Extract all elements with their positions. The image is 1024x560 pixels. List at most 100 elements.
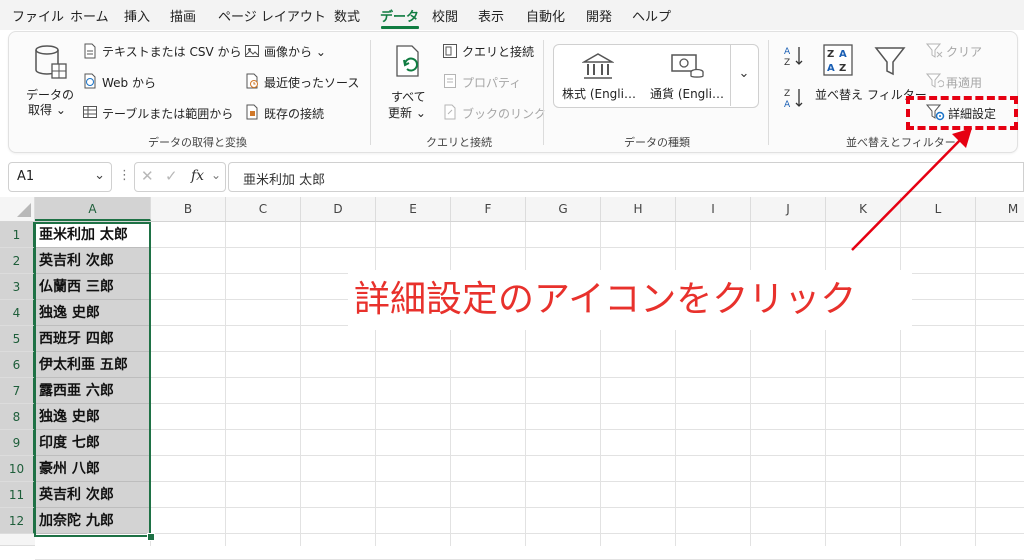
ribbon-separator	[768, 40, 769, 145]
menu-tab-1[interactable]: ホーム	[70, 6, 109, 25]
existing-connections-button[interactable]: 既存の接続	[264, 105, 324, 122]
sort-icon[interactable]: Z A A Z	[822, 43, 854, 77]
sort-button[interactable]: 並べ替え	[815, 86, 863, 103]
properties-button[interactable]: プロパティ	[462, 74, 521, 91]
database-icon[interactable]	[30, 42, 70, 82]
column-header-d[interactable]: D	[301, 197, 376, 221]
column-header-c[interactable]: C	[226, 197, 301, 221]
data-types-dropdown-icon[interactable]: ⌄	[730, 44, 757, 106]
book-links-icon	[444, 104, 456, 120]
cell-a3[interactable]: 仏蘭西 三郎	[35, 274, 151, 300]
group-label-data-types: データの種類	[624, 136, 690, 149]
row-header[interactable]: 2	[0, 248, 35, 274]
fill-handle[interactable]	[147, 533, 155, 541]
row-header[interactable]: 9	[0, 430, 35, 456]
column-header-g[interactable]: G	[526, 197, 601, 221]
column-header-m[interactable]: M	[976, 197, 1024, 221]
menu-tab-0[interactable]: ファイル	[12, 6, 64, 25]
sort-z-to-a-icon[interactable]: Z A	[783, 86, 805, 110]
menu-tab-2[interactable]: 挿入	[124, 6, 150, 25]
menu-tab-9[interactable]: 自動化	[526, 6, 565, 25]
name-box-dropdown-icon[interactable]: ⌄	[94, 168, 105, 183]
cell-a9[interactable]: 印度 七郎	[35, 430, 151, 456]
row-header[interactable]: 4	[0, 300, 35, 326]
row-header[interactable]: 5	[0, 326, 35, 352]
row-header[interactable]: 7	[0, 378, 35, 404]
menu-tab-8[interactable]: 表示	[478, 6, 504, 25]
row-header[interactable]	[0, 534, 35, 546]
row-header[interactable]: 6	[0, 352, 35, 378]
refresh-all-label-2[interactable]: 更新 ⌄	[388, 104, 426, 121]
cell-a8[interactable]: 独逸 史郎	[35, 404, 151, 430]
fx-dropdown-icon[interactable]: ⌄	[211, 168, 221, 182]
from-table-button[interactable]: テーブルまたは範囲から	[102, 105, 233, 122]
svg-text:A: A	[839, 49, 847, 60]
get-data-label-2[interactable]: 取得 ⌄	[28, 101, 66, 118]
queries-connections-button[interactable]: クエリと接続	[462, 43, 534, 60]
menu-tab-3[interactable]: 描画	[170, 6, 196, 25]
currencies-button[interactable]: 通貨 (Engli…	[650, 85, 724, 102]
column-header-a[interactable]: A	[35, 197, 151, 221]
cell-a4[interactable]: 独逸 史郎	[35, 300, 151, 326]
name-box[interactable]: A1 ⌄	[8, 162, 112, 192]
formula-content: 亜米利加 太郎	[243, 173, 326, 188]
row-header[interactable]: 3	[0, 274, 35, 300]
menu-tab-7[interactable]: 校閲	[432, 6, 458, 25]
cell-a11[interactable]: 英吉利 次郎	[35, 482, 151, 508]
cell-a2[interactable]: 英吉利 次郎	[35, 248, 151, 274]
column-header-f[interactable]: F	[451, 197, 526, 221]
menu-tab-4[interactable]: ページ レイアウト	[218, 6, 326, 25]
name-box-value: A1	[17, 169, 35, 184]
picture-icon	[245, 45, 259, 57]
stocks-button[interactable]: 株式 (Engli…	[562, 85, 636, 102]
menu-tab-5[interactable]: 数式	[334, 6, 360, 25]
recent-sources-icon	[246, 73, 258, 89]
more-options-icon[interactable]: ⋮	[118, 168, 131, 183]
annotation-callout: 詳細設定のアイコンをクリック	[348, 270, 912, 330]
refresh-all-label[interactable]: すべて	[391, 88, 426, 105]
svg-text:Z: Z	[827, 49, 834, 60]
stocks-icon[interactable]	[582, 52, 614, 80]
select-all-corner[interactable]	[0, 197, 35, 221]
active-tab-underline	[381, 26, 419, 29]
row-header[interactable]: 10	[0, 456, 35, 482]
row-header[interactable]: 8	[0, 404, 35, 430]
cancel-icon[interactable]: ✕	[141, 167, 154, 185]
menu-bar: ファイル ホーム 挿入 描画 ページ レイアウト 数式 データ 校閲 表示 自動化 開発 ヘルプ	[0, 0, 1024, 30]
row-header[interactable]: 11	[0, 482, 35, 508]
recent-sources-button[interactable]: 最近使ったソース	[264, 74, 359, 91]
from-text-csv-button[interactable]: テキストまたは CSV から	[102, 43, 241, 60]
column-header-e[interactable]: E	[376, 197, 451, 221]
cell-a5[interactable]: 西班牙 四郎	[35, 326, 151, 352]
column-header-b[interactable]: B	[151, 197, 226, 221]
column-header-j[interactable]: J	[751, 197, 826, 221]
menu-tab-11[interactable]: ヘルプ	[632, 6, 671, 25]
column-header-h[interactable]: H	[601, 197, 676, 221]
currencies-icon[interactable]	[670, 52, 704, 80]
cell-a7[interactable]: 露西亜 六郎	[35, 378, 151, 404]
cell-a1[interactable]: 亜米利加 太郎	[35, 222, 151, 248]
refresh-all-icon[interactable]	[393, 44, 425, 80]
clear-filter-icon	[926, 43, 943, 58]
svg-text:A: A	[784, 100, 791, 110]
from-picture-button[interactable]: 画像から ⌄	[264, 43, 326, 60]
clear-button[interactable]: クリア	[946, 43, 982, 60]
reapply-button[interactable]: 再適用	[946, 74, 982, 91]
filter-icon[interactable]	[873, 44, 907, 78]
sort-a-to-z-icon[interactable]: A Z	[783, 44, 805, 68]
row-header[interactable]: 1	[0, 222, 35, 248]
cell-a10[interactable]: 豪州 八郎	[35, 456, 151, 482]
cell-a12[interactable]: 加奈陀 九郎	[35, 508, 151, 534]
from-web-button[interactable]: Web から	[102, 74, 156, 91]
queries-connections-icon	[443, 44, 457, 58]
menu-tab-10[interactable]: 開発	[586, 6, 612, 25]
insert-function-icon[interactable]: fx	[191, 168, 204, 184]
book-links-button[interactable]: ブックのリンク	[462, 105, 546, 122]
enter-icon[interactable]: ✓	[165, 167, 178, 185]
menu-tab-6[interactable]: データ	[380, 6, 419, 25]
svg-text:Z: Z	[839, 63, 846, 74]
reapply-icon	[926, 73, 944, 88]
cell-a6[interactable]: 伊太利亜 五郎	[35, 352, 151, 378]
column-header-i[interactable]: I	[676, 197, 751, 221]
row-header[interactable]: 12	[0, 508, 35, 534]
